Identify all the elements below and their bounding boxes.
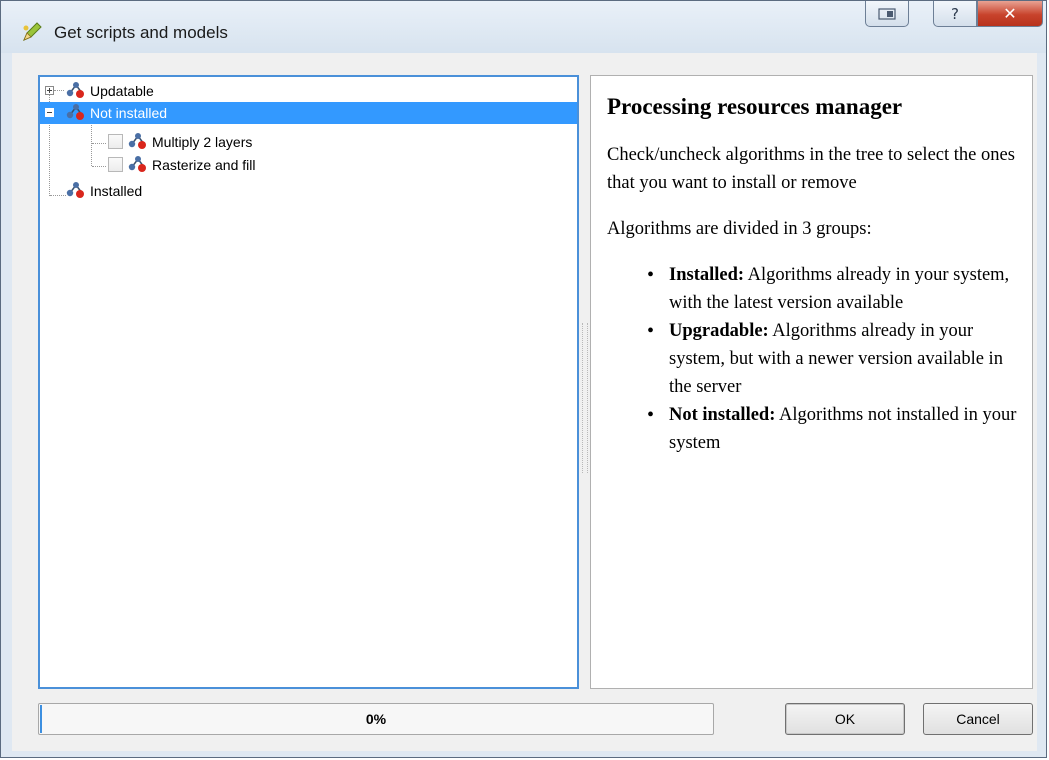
tree-item-label: Rasterize and fill xyxy=(152,157,256,173)
tree-item-installed[interactable]: Installed xyxy=(40,180,577,202)
tree-item-label: Updatable xyxy=(90,83,154,99)
tree-item-multiply-2-layers[interactable]: Multiply 2 layers xyxy=(40,131,577,153)
tree-item-rasterize-and-fill[interactable]: Rasterize and fill xyxy=(40,154,577,176)
qgis-pencil-icon xyxy=(23,22,42,41)
tree-item-label: Installed xyxy=(90,183,143,199)
dialog-window: Get scripts and models ? ✕ Updatable Not… xyxy=(0,0,1047,758)
checkbox[interactable] xyxy=(108,157,123,172)
collapse-minus-icon[interactable] xyxy=(45,108,54,117)
algorithm-tree[interactable]: Updatable Not installed Multiply 2 layer… xyxy=(38,75,579,689)
window-title: Get scripts and models xyxy=(54,23,228,42)
splitter-handle[interactable] xyxy=(582,323,588,473)
info-panel: Processing resources manager Check/unche… xyxy=(590,75,1033,689)
restore-icon xyxy=(878,7,896,20)
algorithm-icon xyxy=(66,82,84,98)
ok-button[interactable]: OK xyxy=(785,703,905,735)
algorithm-icon xyxy=(128,133,146,149)
progress-bar: 0% xyxy=(38,703,714,735)
restore-button[interactable] xyxy=(865,1,909,27)
info-heading: Processing resources manager xyxy=(607,94,903,119)
tree-item-label: Not installed xyxy=(90,105,168,121)
progress-label: 0% xyxy=(365,711,387,727)
help-icon: ? xyxy=(951,4,959,23)
group-list: Installed: Algorithms already in your sy… xyxy=(607,261,1020,457)
close-icon: ✕ xyxy=(1003,4,1017,23)
tree-item-not-installed[interactable]: Not installed xyxy=(40,102,577,124)
cancel-button[interactable]: Cancel xyxy=(923,703,1033,735)
dialog-client-area: Updatable Not installed Multiply 2 layer… xyxy=(12,53,1037,751)
expand-plus-icon[interactable] xyxy=(45,86,54,95)
group-name: Not installed: xyxy=(669,405,776,425)
close-button[interactable]: ✕ xyxy=(977,1,1043,27)
group-item-installed: Installed: Algorithms already in your sy… xyxy=(647,261,1020,317)
group-item-not-installed: Not installed: Algorithms not installed … xyxy=(647,401,1020,457)
checkbox[interactable] xyxy=(108,134,123,149)
algorithm-icon xyxy=(128,156,146,172)
group-name: Upgradable: xyxy=(669,321,769,341)
group-item-upgradable: Upgradable: Algorithms already in your s… xyxy=(647,317,1020,401)
title-bar[interactable]: Get scripts and models ? ✕ xyxy=(1,1,1046,53)
help-button[interactable]: ? xyxy=(933,1,977,27)
info-paragraph: Check/uncheck algorithms in the tree to … xyxy=(607,145,1015,193)
tree-item-updatable[interactable]: Updatable xyxy=(40,80,577,102)
algorithm-icon xyxy=(66,104,84,120)
algorithm-icon xyxy=(66,182,84,198)
group-name: Installed: xyxy=(669,265,745,285)
info-paragraph: Algorithms are divided in 3 groups: xyxy=(607,219,872,239)
tree-item-label: Multiply 2 layers xyxy=(152,134,253,150)
